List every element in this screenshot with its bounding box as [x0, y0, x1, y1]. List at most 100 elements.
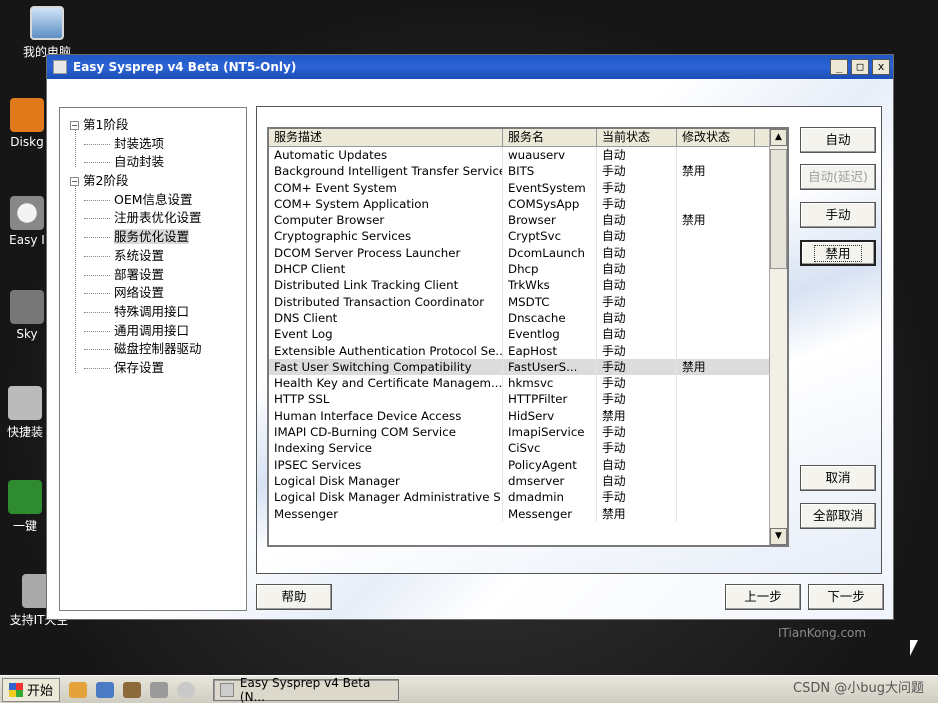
vertical-scrollbar[interactable]: ▲ ▼ [769, 129, 787, 545]
tree-item[interactable]: OEM信息设置 [64, 191, 242, 210]
tree-item[interactable]: 特殊调用接口 [64, 303, 242, 322]
tree-item[interactable]: 部署设置 [64, 266, 242, 285]
quicklaunch-network-icon[interactable] [96, 681, 115, 698]
column-header-service-name[interactable]: 服务名 [503, 129, 597, 146]
modified-status-cell [677, 391, 755, 407]
easy-sysprep-window: Easy Sysprep v4 Beta (NT5-Only) _ □ x − 第… [46, 54, 894, 620]
mouse-cursor-icon [910, 640, 918, 656]
table-row[interactable]: Fast User Switching Compatibility FastUse… [269, 358, 787, 376]
taskbar-window-button[interactable]: Easy Sysprep v4 Beta (N... [213, 676, 400, 703]
auto-button[interactable]: 自动 [800, 127, 876, 153]
table-row[interactable]: Health Key and Certificate Managem... hkm… [269, 375, 787, 392]
tree-item-label: 保存设置 [114, 359, 165, 375]
tree-item[interactable]: − 第2阶段 [64, 172, 242, 191]
column-header-modified-status[interactable]: 修改状态 [677, 129, 755, 146]
stage-tree[interactable]: − 第1阶段 封装选项 自动封装 − 第2阶段 OEM信息设置 注册表优化设置服务优化设置 系统… [59, 107, 247, 611]
quicklaunch-tools-icon[interactable] [123, 681, 142, 698]
table-row[interactable]: DNS Client Dnscache 自动 [269, 309, 787, 327]
modified-status-cell [677, 424, 755, 440]
table-row[interactable]: Background Intelligent Transfer Service B… [269, 163, 787, 180]
minimize-button[interactable]: _ [830, 59, 848, 75]
tree-item-label: 注册表优化设置 [114, 210, 202, 226]
table-row[interactable]: Indexing Service CiSvc 手动 [269, 440, 787, 457]
tree-item[interactable]: 系统设置 [64, 247, 242, 266]
service-name-cell: CiSvc [503, 440, 597, 457]
table-row[interactable]: DHCP Client Dhcp 自动 [269, 261, 787, 278]
modified-status-cell [677, 261, 755, 277]
tree-item[interactable]: 网络设置 [64, 284, 242, 303]
help-button[interactable]: 帮助 [256, 584, 332, 610]
column-header-description[interactable]: 服务描述 [269, 129, 503, 146]
table-row[interactable]: Human Interface Device Access HidServ 禁用 [269, 407, 787, 425]
service-name-cell: PolicyAgent [503, 456, 597, 473]
table-row[interactable]: Distributed Link Tracking Client TrkWks 自动 [269, 277, 787, 294]
scroll-thumb[interactable] [770, 149, 787, 269]
table-row[interactable]: DCOM Server Process Launcher DcomLaunch 自动 [269, 244, 787, 262]
table-row[interactable]: Extensible Authentication Protocol Se...… [269, 342, 787, 359]
tree-collapse-icon[interactable]: − [70, 177, 79, 187]
next-button[interactable]: 下一步 [808, 584, 884, 610]
tree-item[interactable]: 保存设置 [64, 359, 242, 378]
tree-item-label: 自动封装 [114, 154, 165, 170]
tree-item[interactable]: 注册表优化设置 [64, 209, 242, 228]
table-row[interactable]: COM+ Event System EventSystem 手动 [269, 179, 787, 196]
quicklaunch-eraser-icon[interactable] [150, 681, 169, 698]
service-description-cell: IPSEC Services [269, 456, 503, 473]
quicklaunch-view-icon[interactable] [177, 681, 196, 698]
table-row[interactable]: Event Log Eventlog 自动 [269, 326, 787, 343]
close-button[interactable]: x [872, 59, 890, 75]
service-description-cell: Distributed Link Tracking Client [269, 277, 503, 294]
tree-item[interactable]: − 第1阶段 [64, 116, 242, 135]
start-button[interactable]: 开始 [2, 677, 61, 702]
manual-button[interactable]: 手动 [800, 202, 876, 228]
table-row[interactable]: Computer Browser Browser 自动 禁用 [269, 212, 787, 229]
table-row[interactable]: HTTP SSL HTTPFilter 手动 [269, 391, 787, 408]
tree-item-label: 通用调用接口 [114, 322, 190, 338]
tree-item-label: OEM信息设置 [114, 191, 193, 207]
tree-item[interactable]: 自动封装 [64, 153, 242, 172]
desktop-icon-my-computer[interactable]: 我的电脑 [12, 6, 82, 60]
table-row[interactable]: Automatic Updates wuauserv 自动 [269, 147, 787, 164]
current-status-cell: 自动 [597, 309, 677, 327]
modified-status-cell [677, 343, 755, 359]
table-row[interactable]: Cryptographic Services CryptSvc 自动 [269, 228, 787, 245]
service-name-cell: Eventlog [503, 326, 597, 343]
current-status-cell: 自动 [597, 228, 677, 245]
service-description-cell: Indexing Service [269, 440, 503, 457]
table-row[interactable]: Distributed Transaction Coordinator MSDTC… [269, 293, 787, 310]
key-icon [8, 480, 42, 514]
service-name-cell: EapHost [503, 342, 597, 359]
scroll-down-button[interactable]: ▼ [770, 528, 787, 545]
service-list[interactable]: 服务描述 服务名 当前状态 修改状态 Automatic Updates wuau… [267, 127, 789, 547]
column-header-current-status[interactable]: 当前状态 [597, 129, 677, 146]
cancel-all-button[interactable]: 全部取消 [800, 503, 876, 529]
tree-collapse-icon[interactable]: − [70, 121, 79, 130]
table-row[interactable]: Logical Disk Manager Administrative S...… [269, 489, 787, 506]
cancel-button[interactable]: 取消 [800, 465, 876, 491]
table-row[interactable]: IMAPI CD-Burning COM Service ImapiService… [269, 424, 787, 441]
title-bar[interactable]: Easy Sysprep v4 Beta (NT5-Only) _ □ x [47, 55, 893, 79]
tree-item-label: 系统设置 [114, 247, 165, 263]
modified-status-cell [677, 326, 755, 342]
table-row[interactable]: IPSEC Services PolicyAgent 自动 [269, 456, 787, 473]
auto-delayed-button[interactable]: 自动(延迟) [800, 164, 876, 190]
itiankong-watermark: ITianKong.com [778, 626, 867, 640]
table-row[interactable]: COM+ System Application COMSysApp 手动 [269, 195, 787, 213]
tree-item[interactable]: 封装选项 [64, 135, 242, 154]
table-row[interactable]: Messenger Messenger 禁用 [269, 505, 787, 522]
tree-item[interactable]: 服务优化设置 [64, 228, 242, 247]
service-name-cell: TrkWks [503, 277, 597, 294]
tree-item[interactable]: 通用调用接口 [64, 322, 242, 341]
tree-item-label: 磁盘控制器驱动 [114, 341, 202, 357]
table-row[interactable]: Logical Disk Manager dmserver 自动 [269, 472, 787, 490]
service-description-cell: Logical Disk Manager Administrative S... [269, 489, 503, 506]
scroll-up-button[interactable]: ▲ [770, 129, 787, 146]
service-description-cell: Health Key and Certificate Managem... [269, 375, 503, 392]
prev-button[interactable]: 上一步 [725, 584, 801, 610]
csdn-watermark: CSDN @小bug大问题 [793, 681, 924, 696]
quicklaunch-folder-icon[interactable] [69, 681, 88, 698]
service-name-cell: CryptSvc [503, 228, 597, 245]
maximize-button[interactable]: □ [851, 59, 869, 75]
tree-item[interactable]: 磁盘控制器驱动 [64, 340, 242, 359]
disable-button[interactable]: 禁用 [800, 240, 876, 266]
